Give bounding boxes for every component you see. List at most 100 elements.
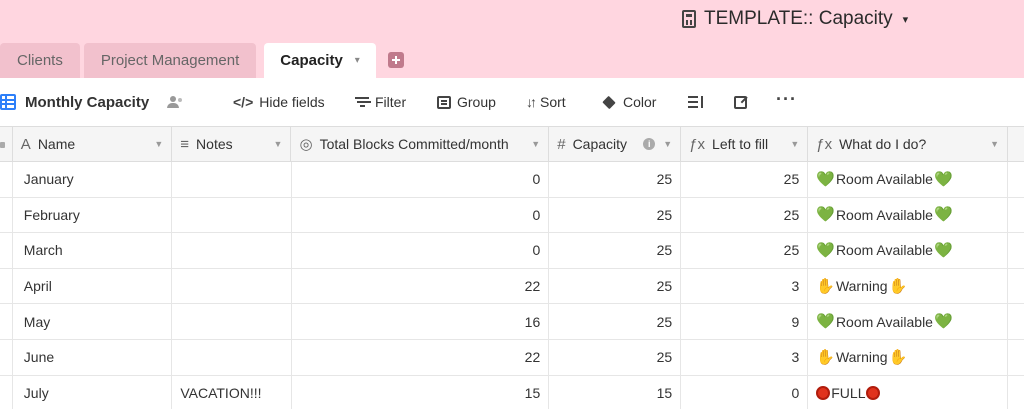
left-to-fill-cell[interactable]: 25 xyxy=(681,162,809,197)
committed-cell[interactable]: 22 xyxy=(292,268,550,304)
left-to-fill-cell[interactable]: 9 xyxy=(681,304,809,339)
notes-cell[interactable] xyxy=(172,162,292,197)
committed-cell[interactable]: 15 xyxy=(292,375,550,409)
view-switcher[interactable]: Monthly Capacity xyxy=(0,94,184,111)
committed-cell[interactable]: 0 xyxy=(292,197,550,233)
green-heart-icon: 💚 xyxy=(816,206,835,224)
table-row[interactable]: February 0 25 25 💚 Room Available 💚 xyxy=(0,197,1024,234)
status-cell[interactable]: 💚 Room Available 💚 xyxy=(808,233,1009,268)
tab-label: Project Management xyxy=(100,52,240,69)
hide-fields-button[interactable]: </> Hide fields xyxy=(233,78,325,126)
notes-cell[interactable] xyxy=(172,339,292,375)
row-select-cell[interactable] xyxy=(0,268,13,304)
group-button[interactable]: Group xyxy=(437,78,496,126)
table-row[interactable]: March 0 25 25 💚 Room Available 💚 xyxy=(0,233,1024,269)
number-field-icon: # xyxy=(557,135,566,153)
status-text: Warning xyxy=(835,278,888,295)
capacity-cell[interactable]: 25 xyxy=(549,339,682,375)
status-cell[interactable]: ✋ Warning ✋ xyxy=(808,268,1009,304)
name-cell[interactable]: June xyxy=(13,339,173,375)
row-height-button[interactable] xyxy=(688,78,704,126)
long-text-field-icon: ≡ xyxy=(180,135,190,153)
filter-button[interactable]: Filter xyxy=(355,78,406,126)
chevron-down-icon[interactable]: ▼ xyxy=(274,139,283,149)
chevron-down-icon[interactable]: ▼ xyxy=(663,139,672,149)
committed-cell[interactable]: 22 xyxy=(292,339,550,375)
left-to-fill-cell[interactable]: 25 xyxy=(681,197,809,233)
row-select-cell[interactable] xyxy=(0,339,13,375)
name-cell[interactable]: March xyxy=(13,233,173,268)
left-to-fill-cell[interactable]: 25 xyxy=(681,233,809,268)
status-cell[interactable]: 💚 Room Available 💚 xyxy=(808,162,1009,197)
collaborators-icon[interactable] xyxy=(166,96,184,108)
add-table-icon[interactable] xyxy=(387,52,404,68)
status-text: Room Available xyxy=(835,206,933,223)
row-select-header xyxy=(0,127,13,161)
notes-cell[interactable]: VACATION!!! xyxy=(172,375,292,409)
left-to-fill-cell[interactable]: 3 xyxy=(681,268,809,304)
name-cell[interactable]: February xyxy=(13,197,173,233)
filter-label: Filter xyxy=(375,94,407,110)
chevron-down-icon[interactable]: ▼ xyxy=(531,139,540,149)
status-cell[interactable]: 💚 Room Available 💚 xyxy=(808,197,1009,233)
column-header-capacity[interactable]: # Capacity i ▼ xyxy=(549,127,682,161)
chevron-down-icon[interactable]: ▾ xyxy=(355,55,360,66)
capacity-cell[interactable]: 25 xyxy=(549,304,682,339)
notes-cell[interactable] xyxy=(172,233,292,268)
raised-hand-icon: ✋ xyxy=(888,348,908,366)
name-cell[interactable]: July xyxy=(13,375,173,409)
row-select-cell[interactable] xyxy=(0,162,13,197)
more-options-button[interactable]: ··· xyxy=(776,78,797,126)
color-button[interactable]: Color xyxy=(603,78,656,126)
tab-project-management[interactable]: Project Management xyxy=(83,43,257,78)
empty-cell xyxy=(1008,304,1024,339)
committed-cell[interactable]: 0 xyxy=(292,233,550,268)
sort-button[interactable]: ↓↑ Sort xyxy=(526,78,566,126)
capacity-cell[interactable]: 25 xyxy=(549,197,682,233)
capacity-cell[interactable]: 25 xyxy=(549,233,682,268)
row-select-cell[interactable] xyxy=(0,375,13,409)
share-view-button[interactable] xyxy=(734,78,747,126)
column-header-name[interactable]: A Name ▼ xyxy=(13,127,173,161)
status-text: FULL xyxy=(831,384,866,401)
tab-clients[interactable]: Clients xyxy=(0,43,80,78)
name-cell[interactable]: May xyxy=(13,304,173,339)
base-title[interactable]: TEMPLATE:: Capacity ▾ xyxy=(682,6,908,32)
empty-cell xyxy=(1008,376,1024,409)
left-to-fill-cell[interactable]: 3 xyxy=(681,339,809,375)
column-header-left-to-fill[interactable]: ƒx Left to fill ▼ xyxy=(681,127,809,161)
capacity-cell[interactable]: 25 xyxy=(549,268,682,304)
status-cell[interactable]: ✋ Warning ✋ xyxy=(808,339,1009,375)
name-cell[interactable]: January xyxy=(13,162,173,197)
committed-cell[interactable]: 16 xyxy=(292,304,550,339)
left-to-fill-cell[interactable]: 0 xyxy=(681,375,809,409)
notes-cell[interactable] xyxy=(172,268,292,304)
info-icon[interactable]: i xyxy=(643,138,656,150)
committed-cell[interactable]: 0 xyxy=(292,162,550,197)
capacity-cell[interactable]: 15 xyxy=(549,375,682,409)
notes-cell[interactable] xyxy=(172,197,292,233)
chevron-down-icon[interactable]: ▼ xyxy=(790,139,799,149)
chevron-down-icon[interactable]: ▼ xyxy=(990,139,999,149)
table-row[interactable]: July VACATION!!! 15 15 0 FULL xyxy=(0,375,1024,409)
row-select-cell[interactable] xyxy=(0,304,13,339)
table-row[interactable]: April 22 25 3 ✋ Warning ✋ xyxy=(0,268,1024,305)
green-heart-icon: 💚 xyxy=(816,313,835,331)
row-select-cell[interactable] xyxy=(0,197,13,233)
row-select-cell[interactable] xyxy=(0,233,13,268)
name-cell[interactable]: April xyxy=(13,268,173,304)
chevron-down-icon[interactable]: ▼ xyxy=(154,139,163,149)
column-header-total-blocks[interactable]: ◎ Total Blocks Committed/month ▼ xyxy=(291,127,550,161)
table-row[interactable]: May 16 25 9 💚 Room Available 💚 xyxy=(0,304,1024,340)
notes-cell[interactable] xyxy=(172,304,292,339)
column-header-what-do-i-do[interactable]: ƒx What do I do? ▼ xyxy=(808,127,1008,161)
add-field-header[interactable] xyxy=(1008,127,1024,161)
column-header-notes[interactable]: ≡ Notes ▼ xyxy=(172,127,292,161)
view-name: Monthly Capacity xyxy=(25,93,150,111)
tab-capacity[interactable]: Capacity ▾ xyxy=(264,43,376,78)
status-cell[interactable]: FULL xyxy=(808,375,1009,409)
status-cell[interactable]: 💚 Room Available 💚 xyxy=(808,304,1009,339)
capacity-cell[interactable]: 25 xyxy=(549,162,682,197)
table-row[interactable]: June 22 25 3 ✋ Warning ✋ xyxy=(0,339,1024,376)
table-row[interactable]: January 0 25 25 💚 Room Available 💚 xyxy=(0,162,1024,198)
